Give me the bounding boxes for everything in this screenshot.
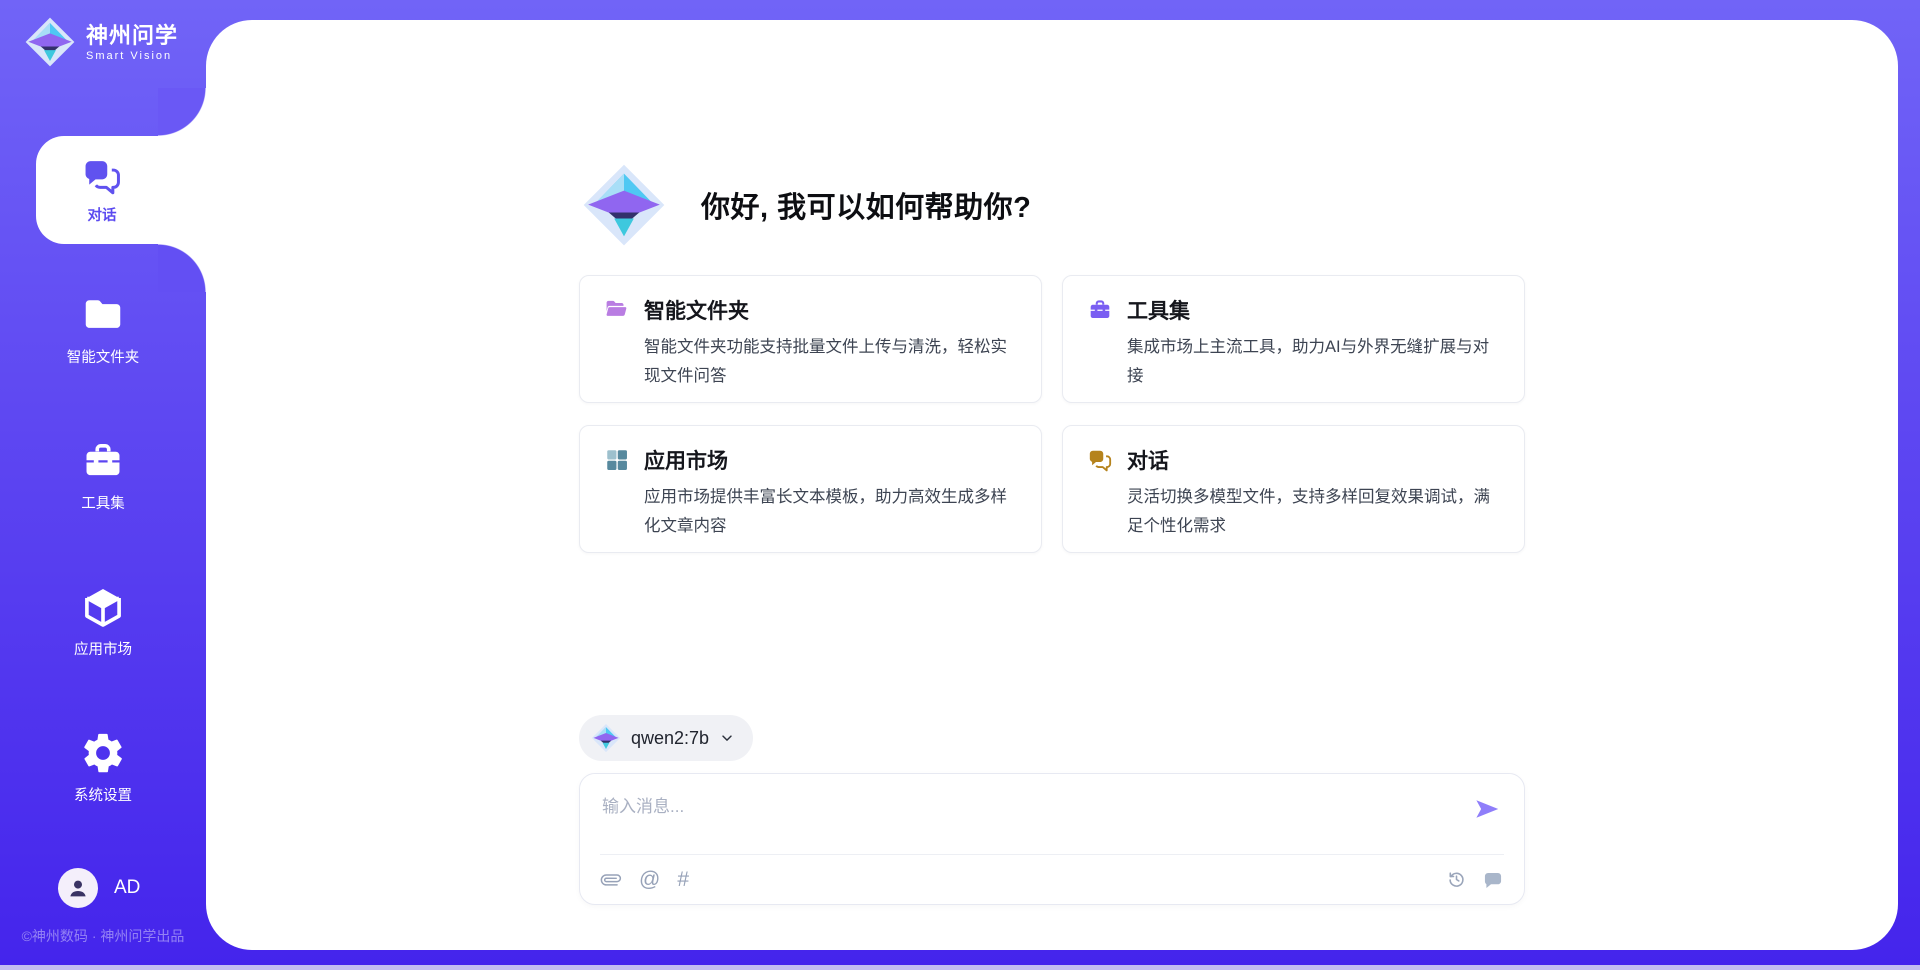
- chat-bubbles-icon: [1087, 447, 1113, 473]
- folder-icon: [80, 292, 126, 338]
- card-description: 集成市场上主流工具，助力AI与外界无缝扩展与对接: [1127, 333, 1500, 391]
- card-description: 灵活切换多模型文件，支持多样回复效果调试，满足个性化需求: [1127, 483, 1500, 541]
- sidebar-item-label: 对话: [88, 204, 117, 225]
- shortcut-cards: 智能文件夹 智能文件夹功能支持批量文件上传与清洗，轻松实现文件问答 工具集 集成…: [579, 275, 1525, 553]
- topic-icon[interactable]: #: [677, 869, 689, 891]
- send-icon[interactable]: [1472, 794, 1502, 824]
- brand-subtitle: Smart Vision: [86, 50, 178, 62]
- card-description: 应用市场提供丰富长文本模板，助力高效生成多样化文章内容: [644, 483, 1017, 541]
- message-icon[interactable]: [1482, 869, 1504, 891]
- mention-icon[interactable]: @: [639, 869, 660, 891]
- grid-icon: [604, 447, 630, 473]
- card-title: 智能文件夹: [644, 295, 749, 325]
- sidebar-footer: ©神州数码 · 神州问学出品: [0, 926, 206, 946]
- card-title: 应用市场: [644, 445, 728, 475]
- message-input[interactable]: [580, 774, 1524, 854]
- cube-icon: [80, 584, 126, 630]
- card-title: 工具集: [1127, 295, 1190, 325]
- gear-icon: [80, 730, 126, 776]
- brand-diamond-icon: [24, 16, 76, 68]
- sidebar-item-toolset[interactable]: 工具集: [0, 438, 206, 513]
- window-bottom-edge: [0, 965, 1920, 970]
- paperclip-icon[interactable]: [600, 869, 622, 891]
- sidebar: 神州问学 Smart Vision 对话 智能文件夹 工具集: [0, 0, 206, 970]
- sidebar-item-label: 工具集: [81, 492, 125, 513]
- main-panel: 你好, 我可以如何帮助你? 智能文件夹 智能文件夹功能支持批量文件上传与清洗，轻…: [206, 20, 1898, 950]
- sidebar-item-label: 应用市场: [74, 638, 132, 659]
- active-tab-top-curve: [158, 88, 206, 136]
- brand-logo: 神州问学 Smart Vision: [24, 16, 178, 68]
- card-description: 智能文件夹功能支持批量文件上传与清洗，轻松实现文件问答: [644, 333, 1017, 391]
- sidebar-item-chat[interactable]: 对话: [36, 136, 212, 244]
- avatar: [58, 868, 98, 908]
- folder-open-icon: [604, 297, 630, 323]
- brand-diamond-icon: [591, 723, 621, 753]
- card-chat[interactable]: 对话 灵活切换多模型文件，支持多样回复效果调试，满足个性化需求: [1062, 425, 1525, 553]
- card-toolset[interactable]: 工具集 集成市场上主流工具，助力AI与外界无缝扩展与对接: [1062, 275, 1525, 403]
- brand-diamond-icon: [581, 162, 667, 248]
- chat-bubbles-icon: [81, 155, 123, 197]
- card-title: 对话: [1127, 445, 1169, 475]
- greeting-text: 你好, 我可以如何帮助你?: [701, 184, 1031, 226]
- model-name: qwen2:7b: [631, 728, 709, 749]
- history-icon[interactable]: [1446, 869, 1467, 890]
- app-window: 神州问学 Smart Vision 对话 智能文件夹 工具集: [0, 0, 1920, 970]
- greeting-block: 你好, 我可以如何帮助你?: [579, 162, 1525, 248]
- active-tab-bottom-curve: [158, 244, 206, 292]
- card-smart-folder[interactable]: 智能文件夹 智能文件夹功能支持批量文件上传与清洗，轻松实现文件问答: [579, 275, 1042, 403]
- sidebar-item-settings[interactable]: 系统设置: [0, 730, 206, 805]
- sidebar-item-label: 系统设置: [74, 784, 132, 805]
- person-icon: [66, 876, 90, 900]
- brand-title: 神州问学: [86, 23, 178, 49]
- toolbox-icon: [1087, 297, 1113, 323]
- chevron-down-icon: [719, 730, 735, 746]
- card-app-market[interactable]: 应用市场 应用市场提供丰富长文本模板，助力高效生成多样化文章内容: [579, 425, 1042, 553]
- sidebar-item-smart-folder[interactable]: 智能文件夹: [0, 292, 206, 367]
- model-selector[interactable]: qwen2:7b: [579, 715, 753, 761]
- sidebar-item-app-market[interactable]: 应用市场: [0, 584, 206, 659]
- sidebar-item-label: 智能文件夹: [67, 346, 140, 367]
- user-name: AD: [114, 877, 140, 899]
- composer-toolbar: @ #: [580, 855, 1524, 904]
- user-profile[interactable]: AD: [58, 868, 140, 908]
- message-composer: @ #: [579, 773, 1525, 905]
- toolbox-icon: [80, 438, 126, 484]
